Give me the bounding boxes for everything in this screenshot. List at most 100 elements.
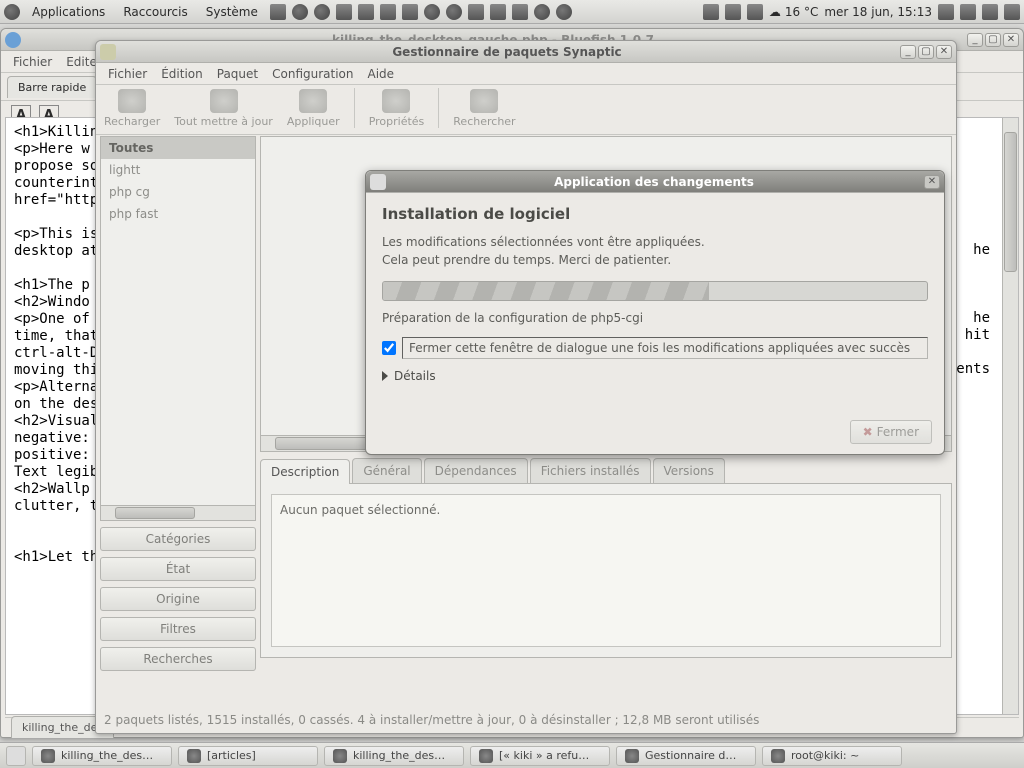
tray-icon[interactable]: [512, 4, 528, 20]
toolbar-label: Tout mettre à jour: [174, 115, 273, 128]
close-when-done-label: Fermer cette fenêtre de dialogue une foi…: [402, 337, 928, 359]
origine-button[interactable]: Origine: [100, 587, 256, 611]
task-button[interactable]: root@kiki: ~: [762, 746, 902, 766]
filtres-button[interactable]: Filtres: [100, 617, 256, 641]
tray-icon[interactable]: [960, 4, 976, 20]
scroll-thumb[interactable]: [115, 507, 195, 519]
synaptic-titlebar[interactable]: Gestionnaire de paquets Synaptic _ ▢ ✕: [96, 41, 956, 63]
tab-fichiers[interactable]: Fichiers installés: [530, 458, 651, 483]
tray-icon[interactable]: [725, 4, 741, 20]
dialog-heading: Installation de logiciel: [382, 205, 928, 223]
tray-icon[interactable]: [982, 4, 998, 20]
toolbar-label: Propriétés: [369, 115, 425, 128]
panel-menu-systeme[interactable]: Système: [200, 0, 264, 24]
panel-menu-raccourcis[interactable]: Raccourcis: [117, 0, 193, 24]
appliquer-button[interactable]: Appliquer: [287, 89, 340, 128]
tab-dependances[interactable]: Dépendances: [424, 458, 528, 483]
category-item[interactable]: lightt: [101, 159, 255, 181]
task-button[interactable]: [articles]: [178, 746, 318, 766]
tab-description[interactable]: Description: [260, 459, 350, 484]
scroll-thumb[interactable]: [1004, 132, 1017, 272]
task-button[interactable]: killing_the_des…: [324, 746, 464, 766]
menu-aide[interactable]: Aide: [362, 67, 401, 81]
horizontal-scrollbar[interactable]: [100, 505, 256, 521]
weather-applet[interactable]: ☁ 16 °C: [769, 5, 818, 19]
dialog-body: Installation de logiciel Les modificatio…: [366, 193, 944, 395]
task-button[interactable]: Gestionnaire d…: [616, 746, 756, 766]
category-toutes[interactable]: Toutes: [101, 137, 255, 159]
tout-mettre-a-jour-button[interactable]: Tout mettre à jour: [174, 89, 273, 128]
vertical-scrollbar[interactable]: [1002, 118, 1018, 714]
recherches-button[interactable]: Recherches: [100, 647, 256, 671]
synaptic-menubar: Fichier Édition Paquet Configuration Aid…: [96, 63, 956, 85]
rechercher-button[interactable]: Rechercher: [453, 89, 515, 128]
etat-button[interactable]: État: [100, 557, 256, 581]
app-icon: [333, 749, 347, 763]
panel-menu-applications[interactable]: Applications: [26, 0, 111, 24]
close-button[interactable]: ✕: [1003, 33, 1019, 47]
tab-versions[interactable]: Versions: [653, 458, 725, 483]
minimize-button[interactable]: _: [900, 45, 916, 59]
tray-icon[interactable]: [424, 4, 440, 20]
close-when-done-checkbox[interactable]: [382, 341, 396, 355]
tray-icon[interactable]: [336, 4, 352, 20]
menu-fichier[interactable]: Fichier: [7, 55, 58, 69]
categories-button[interactable]: Catégories: [100, 527, 256, 551]
description-text: Aucun paquet sélectionné.: [271, 494, 941, 647]
task-button[interactable]: [« kiki » a refu…: [470, 746, 610, 766]
tray-icon[interactable]: [402, 4, 418, 20]
tray-icon[interactable]: [534, 4, 550, 20]
menu-edition[interactable]: Édition: [155, 67, 209, 81]
minimize-button[interactable]: _: [967, 33, 983, 47]
dialog-line1: Les modifications sélectionnées vont êtr…: [382, 233, 928, 251]
maximize-button[interactable]: ▢: [918, 45, 934, 59]
task-button[interactable]: killing_the_des…: [32, 746, 172, 766]
tray-icon[interactable]: [556, 4, 572, 20]
tray-icon[interactable]: [358, 4, 374, 20]
tray-icon[interactable]: [747, 4, 763, 20]
dialog-icon: [370, 174, 386, 190]
tab-general[interactable]: Général: [352, 458, 421, 483]
chevron-right-icon: [382, 371, 388, 381]
tray-icon[interactable]: [292, 4, 308, 20]
button-label: Fermer: [877, 425, 919, 439]
tray-icon[interactable]: [270, 4, 286, 20]
details-expander[interactable]: Détails: [382, 369, 928, 383]
maximize-button[interactable]: ▢: [985, 33, 1001, 47]
menu-fichier[interactable]: Fichier: [102, 67, 153, 81]
gnome-bottom-panel: killing_the_des… [articles] killing_the_…: [0, 742, 1024, 768]
synaptic-statusbar: 2 paquets listés, 1515 installés, 0 cass…: [100, 711, 952, 729]
quickbar-tab[interactable]: Barre rapide: [7, 76, 97, 98]
tray-icon[interactable]: [446, 4, 462, 20]
recharger-button[interactable]: Recharger: [104, 89, 160, 128]
menu-paquet[interactable]: Paquet: [211, 67, 264, 81]
task-label: [« kiki » a refu…: [499, 749, 589, 762]
close-button[interactable]: ✕: [936, 45, 952, 59]
task-label: root@kiki: ~: [791, 749, 859, 762]
menu-configuration[interactable]: Configuration: [266, 67, 359, 81]
properties-icon: [382, 89, 410, 113]
dialog-titlebar[interactable]: Application des changements ✕: [366, 171, 944, 193]
progress-bar: [382, 281, 928, 301]
task-label: Gestionnaire d…: [645, 749, 736, 762]
category-item[interactable]: php cg: [101, 181, 255, 203]
proprietes-button[interactable]: Propriétés: [369, 89, 425, 128]
tray-icon[interactable]: [938, 4, 954, 20]
tray-icon[interactable]: [703, 4, 719, 20]
tray-icon[interactable]: [468, 4, 484, 20]
clock[interactable]: mer 18 jun, 15:13: [824, 5, 932, 19]
show-desktop-button[interactable]: [6, 746, 26, 766]
tray-icon[interactable]: [380, 4, 396, 20]
category-item[interactable]: php fast: [101, 203, 255, 225]
search-icon: [470, 89, 498, 113]
close-when-done-row: Fermer cette fenêtre de dialogue une foi…: [382, 337, 928, 359]
detail-tabs: Description Général Dépendances Fichiers…: [260, 458, 952, 483]
close-icon[interactable]: ✕: [924, 175, 940, 189]
synaptic-sidebar: Toutes lightt php cg php fast Catégories…: [100, 136, 256, 709]
tray-icon[interactable]: [1004, 4, 1020, 20]
tray-icon[interactable]: [314, 4, 330, 20]
separator: [438, 88, 439, 128]
tray-icon[interactable]: [490, 4, 506, 20]
category-list[interactable]: Toutes lightt php cg php fast: [100, 136, 256, 506]
dialog-line2: Cela peut prendre du temps. Merci de pat…: [382, 251, 928, 269]
